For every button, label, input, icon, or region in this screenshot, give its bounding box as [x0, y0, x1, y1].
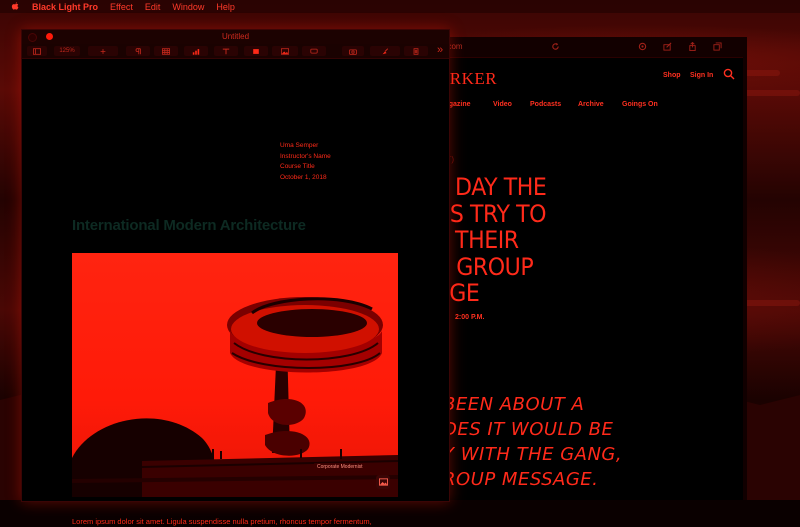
comment-button[interactable] [302, 46, 326, 56]
add-page-button[interactable] [88, 46, 118, 56]
header-course: Course Title [280, 163, 315, 170]
extension-icon[interactable] [638, 42, 647, 51]
apple-icon[interactable] [11, 2, 20, 11]
document-canvas[interactable]: Uma Semper Instructor's Name Course Titl… [22, 59, 449, 526]
cartoon-line: ROUP MESSAGE. [443, 469, 599, 490]
nav-podcasts[interactable]: Podcasts [530, 101, 561, 108]
headline-line: E DAY THE [435, 173, 547, 201]
share-icon[interactable] [688, 42, 697, 51]
headline-line: AGE [435, 279, 480, 307]
headline-line: RS TRY TO [435, 199, 547, 228]
tabs-icon[interactable] [713, 42, 722, 51]
browser-toolbar: t.com [433, 37, 747, 58]
cartoon-text: BEEN ABOUT A DES IT WOULD BE Y WITH THE … [443, 392, 743, 492]
article-time: 2:00 P.M. [455, 314, 485, 321]
insert-button[interactable] [126, 46, 150, 56]
view-menu-button[interactable] [27, 46, 47, 56]
menu-edit[interactable]: Edit [145, 2, 161, 12]
nav-video[interactable]: Video [493, 101, 512, 108]
pages-toolbar: 125% » [22, 44, 449, 59]
reload-icon[interactable] [551, 42, 560, 51]
menu-effect[interactable]: Effect [110, 2, 133, 12]
cartoon-line: BEEN ABOUT A [443, 394, 585, 415]
menu-window[interactable]: Window [172, 2, 204, 12]
document-button[interactable] [404, 46, 428, 56]
nav-goings-on[interactable]: Goings On [622, 101, 658, 108]
document-heading[interactable]: International Modern Architecture [72, 217, 306, 234]
pages-window: Untitled 125% » Uma Semper Instructor's … [21, 29, 450, 526]
shape-button[interactable] [244, 46, 268, 56]
sidebar-icon [33, 47, 41, 55]
table-button[interactable] [154, 46, 178, 56]
title-bar[interactable]: Untitled [22, 30, 449, 44]
chart-icon [192, 48, 200, 55]
header-date: October 1, 2018 [280, 173, 327, 181]
toolbar-overflow-chevron-icon[interactable]: » [437, 44, 443, 56]
media-button[interactable] [272, 46, 298, 56]
menu-help[interactable]: Help [216, 2, 235, 12]
cartoon-line: DES IT WOULD BE [443, 419, 614, 440]
building-illustration [72, 297, 398, 497]
browser-scrollbar[interactable] [743, 57, 747, 500]
headline-line: A GROUP [435, 252, 534, 281]
header-instructor: Instructor's Name [280, 152, 331, 160]
collaborate-button[interactable] [342, 46, 364, 56]
menu-app-name[interactable]: Black Light Pro [32, 2, 98, 12]
text-icon [222, 48, 230, 54]
edit-icon[interactable] [663, 42, 672, 51]
headline-line: E THEIR [435, 226, 519, 254]
table-icon [162, 47, 170, 55]
shape-icon [253, 48, 259, 54]
menu-bar: Black Light Pro Effect Edit Window Help [0, 0, 800, 13]
header-author: Uma Semper [280, 142, 319, 149]
sign-in-link[interactable]: Sign In [690, 72, 713, 79]
zoom-level: 125% [59, 48, 75, 54]
browser-window: t.com ORKER Shop Sign In Magazine Video … [432, 37, 747, 500]
document-title: Untitled [221, 32, 250, 41]
nav-archive[interactable]: Archive [578, 101, 604, 108]
format-button[interactable] [370, 46, 400, 56]
document-icon [413, 47, 419, 55]
replace-image-button[interactable] [376, 475, 390, 489]
body-paragraph[interactable]: Lorem ipsum dolor sit amet. Ligula suspe… [72, 516, 402, 527]
plus-icon [100, 48, 106, 54]
shop-link[interactable]: Shop [663, 72, 681, 79]
paragraph-icon [135, 47, 141, 54]
chart-button[interactable] [184, 46, 208, 56]
article-headline: E DAY THE RS TRY TO E THEIR A GROUP AGE [435, 174, 720, 307]
comment-icon [310, 48, 318, 53]
media-icon [281, 47, 289, 55]
zoom-menu[interactable]: 125% [54, 46, 80, 56]
architecture-photo[interactable]: Corporate Modernist [72, 253, 398, 497]
search-icon[interactable] [723, 68, 735, 80]
text-button[interactable] [214, 46, 238, 56]
cartoon-line: Y WITH THE GANG, [443, 444, 623, 465]
collaborate-icon [349, 48, 357, 55]
image-icon [378, 478, 388, 486]
image-caption: Corporate Modernist [314, 463, 366, 471]
paintbrush-icon [382, 47, 389, 54]
document-header-block[interactable]: Uma Semper Instructor's Name Course Titl… [280, 141, 331, 183]
